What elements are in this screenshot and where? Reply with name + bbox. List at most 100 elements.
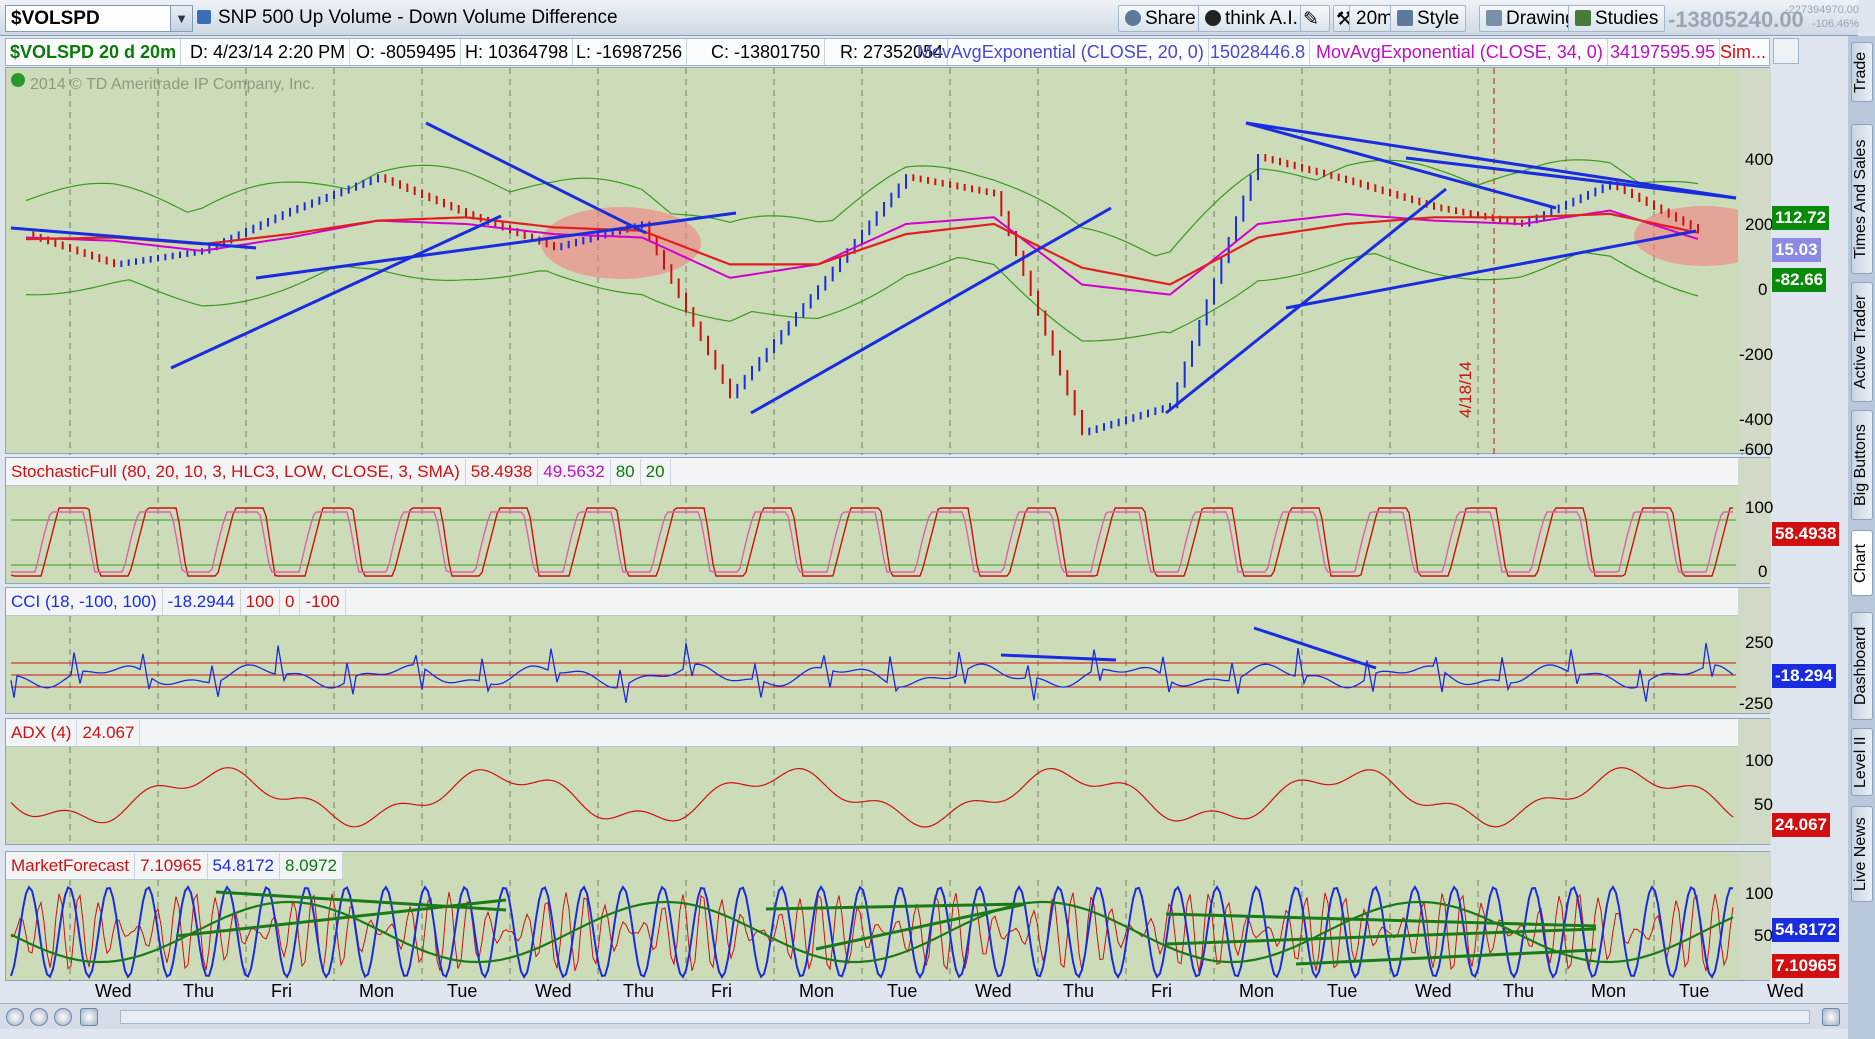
stoch-tick-100: 100 <box>1745 498 1774 517</box>
ema34-label[interactable]: MovAvgExponential (CLOSE, 34, 0) <box>1312 39 1608 65</box>
cci-panel: CCI (18, -100, 100) -18.2944 100 0 -100 250 … <box>5 587 1836 715</box>
cci-trendline <box>1000 653 1117 662</box>
cci-lower: -100 <box>300 589 346 615</box>
adx-line <box>10 767 1734 828</box>
adx-panel: ADX (4) 24.067 100 50 24.067 <box>5 718 1830 846</box>
drawings-icon <box>1486 10 1502 26</box>
adx-tag: 24.067 <box>1772 813 1830 837</box>
trendline <box>170 214 502 370</box>
x-tick-label: Tue <box>1679 981 1710 1001</box>
trendline <box>1165 187 1447 415</box>
bar-close: C: -13801750 <box>707 39 826 65</box>
market-forecast-header: MarketForecast 7.10965 54.8172 8.0972 <box>6 852 343 880</box>
mf-blue-tag: 54.8172 <box>1772 918 1840 942</box>
think-ai-button[interactable]: think A.I. <box>1198 5 1305 32</box>
stochastic-tag: 58.4938 <box>1772 522 1840 546</box>
mf-axis[interactable] <box>1738 852 1771 980</box>
think-ai-icon <box>1205 10 1221 26</box>
cci-tick-250: 250 <box>1745 633 1774 652</box>
cci-tag: -18.294 <box>1772 664 1836 688</box>
ema20-value: 15028446.8 <box>1206 39 1311 65</box>
zoom-reset-icon[interactable] <box>54 1008 72 1026</box>
cci-upper: 100 <box>241 589 281 615</box>
adx-value: 24.067 <box>77 720 141 746</box>
x-tick-label: Mon <box>1591 981 1627 1001</box>
sidebar-tab-chart[interactable]: Chart <box>1851 530 1873 596</box>
sidebar-tab-times-and-sales[interactable]: Times And Sales <box>1851 124 1873 274</box>
x-tick-label: Fri <box>271 981 292 1001</box>
stochastic-ob: 80 <box>611 459 641 485</box>
adx-title[interactable]: ADX (4) <box>6 720 78 746</box>
symbol-input[interactable]: $VOLSPD <box>5 5 193 32</box>
trendline <box>1405 156 1737 200</box>
adx-header: ADX (4) 24.067 <box>6 719 1738 747</box>
study-toggle-icon[interactable] <box>11 73 25 87</box>
cci-title[interactable]: CCI (18, -100, 100) <box>6 589 163 615</box>
adx-axis[interactable] <box>1738 719 1771 844</box>
cci-zero: 0 <box>280 589 301 615</box>
zoom-out-icon[interactable] <box>6 1008 24 1026</box>
studies-button[interactable]: Studies <box>1568 5 1666 32</box>
crosshair-tool-icon[interactable]: ✎ <box>1300 5 1330 32</box>
scroll-right-icon[interactable] <box>1822 1008 1840 1026</box>
sim-study-label[interactable]: Sim... <box>1716 39 1770 65</box>
sidebar-tab-trade[interactable]: Trade <box>1851 42 1873 102</box>
panel-settings-icon[interactable] <box>1773 38 1799 64</box>
share-icon <box>1125 10 1141 26</box>
mf-tick-50: 50 <box>1754 926 1773 945</box>
price-axis[interactable] <box>1738 68 1771 453</box>
bottom-bar <box>0 1003 1848 1029</box>
lower-band-tag: -82.66 <box>1772 268 1827 292</box>
last-value: -13805240.00 <box>1668 7 1804 32</box>
copyright-watermark: 2014 © TD Ameritrade IP Company, Inc. <box>30 76 315 93</box>
mf-v2: 54.8172 <box>208 853 280 879</box>
x-tick-label: Fri <box>711 981 732 1001</box>
zoom-in-icon[interactable] <box>30 1008 48 1026</box>
adx-tick-50: 50 <box>1754 795 1773 814</box>
chart-info-bar: $VOLSPD 20 d 20m D: 4/23/14 2:20 PM O: -… <box>5 38 1770 66</box>
symbol-period[interactable]: $VOLSPD 20 d 20m <box>6 39 182 65</box>
symbol-description: SNP 500 Up Volume - Down Volume Differen… <box>218 7 618 28</box>
change-readout: -227394970.00 -106.46% <box>1785 3 1859 31</box>
x-tick-label: Mon <box>359 981 395 1001</box>
net-change: -227394970.00 <box>1785 4 1860 16</box>
mf-tick-100: 100 <box>1745 884 1774 903</box>
y-tick-400: 400 <box>1745 150 1774 169</box>
stochastic-k: 58.4938 <box>466 459 539 485</box>
symbol-dropdown-icon[interactable]: ▼ <box>170 6 192 31</box>
x-tick-label: Wed <box>975 981 1012 1001</box>
mf-title[interactable]: MarketForecast <box>6 853 136 879</box>
share-button[interactable]: Share <box>1118 5 1203 32</box>
x-tick-label: Fri <box>1151 981 1172 1001</box>
mf-trendline <box>815 902 1027 951</box>
sidebar-tab-dashboard[interactable]: Dashboard <box>1851 612 1873 720</box>
pct-change: -106.46% <box>1811 18 1860 30</box>
horizontal-scrollbar[interactable] <box>120 1010 1810 1024</box>
cci-value: -18.2944 <box>163 589 241 615</box>
sidebar-tab-level-ii[interactable]: Level II <box>1851 728 1873 796</box>
upper-band-tag: 112.72 <box>1772 206 1830 230</box>
date-marker-label: 4/18/14 <box>1456 361 1475 418</box>
adx-tick-100: 100 <box>1745 751 1774 770</box>
time-axis[interactable]: Wed Thu Fri Mon Tue Wed Thu Fri Mon Tue Wed Thu Fri M… <box>5 981 1804 1003</box>
stochastic-panel: StochasticFull (80, 20, 10, 3, HLC3, LOW… <box>5 457 1840 585</box>
sidebar-tab-big-buttons[interactable]: Big Buttons <box>1851 410 1873 520</box>
bar-date: D: 4/23/14 2:20 PM <box>186 39 351 65</box>
x-tick-label: Wed <box>1767 981 1804 1001</box>
app-window: $VOLSPD ▼ SNP 500 Up Volume - Down Volum… <box>0 0 1875 1039</box>
mf-trendline <box>1165 912 1597 928</box>
studies-icon <box>1575 10 1591 26</box>
main-price-panel: 2014 © TD Ameritrade IP Company, Inc. 40… <box>5 67 1830 459</box>
mf-trendline <box>765 902 1027 911</box>
sidebar-tab-active-trader[interactable]: Active Trader <box>1851 282 1873 402</box>
stochastic-title[interactable]: StochasticFull (80, 20, 10, 3, HLC3, LOW… <box>6 459 466 485</box>
sidebar-tab-live-news[interactable]: Live News <box>1851 806 1873 902</box>
ema20-label[interactable]: MovAvgExponential (CLOSE, 20, 0) <box>913 39 1209 65</box>
x-tick-label: Thu <box>1063 981 1095 1001</box>
pan-icon[interactable] <box>80 1008 98 1026</box>
style-button[interactable]: Style <box>1390 5 1467 32</box>
x-tick-label: Mon <box>799 981 835 1001</box>
x-tick-label: Thu <box>183 981 215 1001</box>
x-tick-label: Thu <box>1503 981 1535 1001</box>
x-tick-label: Tue <box>887 981 918 1001</box>
